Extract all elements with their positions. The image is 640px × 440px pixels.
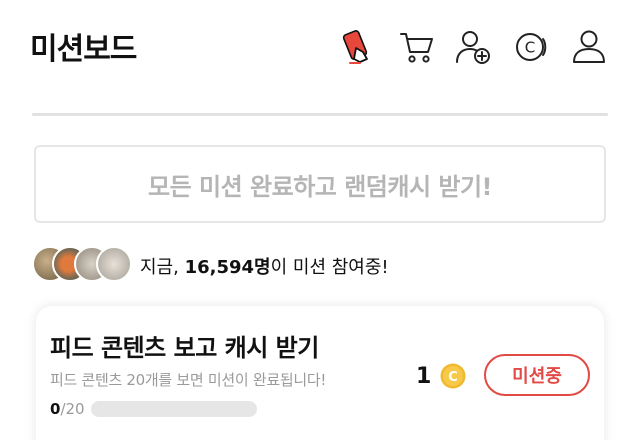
reward-amount: 1 (416, 363, 432, 389)
participant-avatars (32, 244, 142, 284)
participants-count: 16,594명 (184, 257, 271, 278)
mission-description: 피드 콘텐츠 20개를 보면 미션이 완료됩니다! (50, 371, 327, 389)
mission-progress: 0/20 (50, 398, 310, 420)
avatar (96, 246, 132, 282)
mission-title: 피드 콘텐츠 보고 캐시 받기 (50, 334, 319, 362)
coin-icon: C (440, 363, 466, 389)
mission-status-button[interactable]: 미션중 (484, 354, 590, 396)
add-user-icon[interactable] (452, 26, 494, 68)
mission-card[interactable]: 피드 콘텐츠 보고 캐시 받기 피드 콘텐츠 20개를 보면 미션이 완료됩니다… (36, 306, 604, 440)
progress-current: 0 (50, 400, 61, 418)
svg-text:C: C (525, 39, 535, 57)
progress-bar (90, 401, 257, 417)
hand-phone-icon[interactable] (338, 26, 380, 68)
participants-suffix: 이 미션 참여중! (270, 257, 389, 278)
mission-reward: 1 C (416, 360, 467, 392)
header: 미션보드 C (0, 0, 640, 96)
cash-coin-icon[interactable]: C (510, 26, 552, 68)
coin-letter: C (449, 370, 459, 385)
page-title: 미션보드 (30, 32, 137, 67)
header-divider (32, 113, 608, 116)
progress-text: 0/20 (50, 400, 85, 418)
participants-row: 지금, 16,594명이 미션 참여중! (32, 244, 612, 284)
participants-text: 지금, 16,594명이 미션 참여중! (140, 253, 389, 279)
progress-total: /20 (60, 400, 85, 418)
random-cash-banner[interactable]: 모든 미션 완료하고 랜덤캐시 받기! (34, 145, 606, 223)
user-icon[interactable] (568, 26, 610, 68)
participants-prefix: 지금, (140, 257, 185, 278)
cart-icon[interactable] (396, 26, 438, 68)
